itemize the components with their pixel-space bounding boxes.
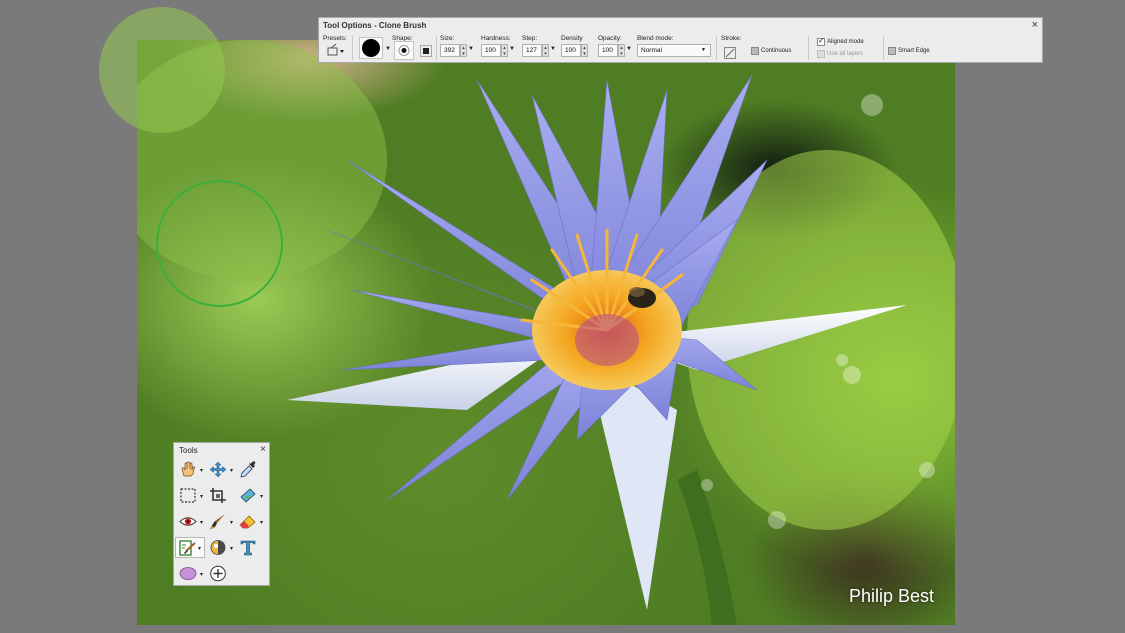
tool-flyout-arrow[interactable]: ▾ [200,467,203,474]
stroke-label: Stroke: [721,35,742,42]
tool-flyout-arrow[interactable]: ▾ [230,467,233,474]
red-eye-icon [179,517,197,526]
crop-tool-button[interactable] [206,485,230,506]
eraser-icon [239,515,256,529]
stroke-path-icon [724,47,736,59]
heal-tool-button[interactable] [206,563,230,584]
brush-tip-preview[interactable] [359,37,383,59]
aligned-mode-label: Aligned mode [827,39,864,45]
pan-tool-button[interactable] [176,459,200,480]
continuous-label: Continuous [761,48,792,54]
presets-dropdown[interactable] [327,43,345,58]
straighten-tool-button[interactable] [236,485,260,506]
round-shape-button[interactable] [394,41,414,60]
square-shape-button[interactable] [419,44,433,58]
brush-cursor [156,180,283,307]
opacity-spinner[interactable]: ▴ ▾ [618,44,625,57]
tool-options-close-button[interactable]: × [1032,19,1038,31]
text-icon [240,540,256,556]
tool-flyout-arrow[interactable]: ▾ [230,545,233,552]
tool-options-palette: Tool Options - Clone Brush × Presets: Sh… [318,17,1043,63]
step-label: Step: [522,35,538,42]
use-all-layers-label: Use all layers [827,51,864,57]
tool-flyout-arrow[interactable]: ▾ [260,493,263,500]
photo-watermark: Philip Best [849,586,935,606]
opacity-slider-arrow[interactable]: ▼ [626,46,632,52]
eraser-tool-button[interactable] [236,511,260,532]
round-brush-icon [362,39,380,57]
step-spinner[interactable]: ▴ ▾ [542,44,549,57]
continuous-checkbox[interactable] [751,47,759,55]
shape-tool-button[interactable] [176,563,200,584]
pan-hand-icon [181,461,195,477]
size-input[interactable]: 392 [440,44,460,57]
dodge-tool-button[interactable] [206,537,230,558]
blend-mode-value: Normal [641,47,662,54]
presets-label: Presets: [323,35,347,42]
tool-flyout-arrow[interactable]: ▾ [260,519,263,526]
step-input[interactable]: 127 [522,44,542,57]
brush-tip-dropdown-arrow[interactable]: ▼ [385,46,391,52]
move-icon [209,461,227,478]
stroke-button[interactable] [724,46,736,59]
opacity-input[interactable]: 100 [598,44,618,57]
smart-edge-checkbox[interactable] [888,47,896,55]
opacity-label: Opacity: [598,35,622,42]
hardness-label: Hardness: [481,35,511,42]
step-slider-arrow[interactable]: ▼ [550,46,556,52]
heal-icon [210,565,226,582]
tools-palette: Tools × ▾ ▾ ▾ ▾ ▾ ▾ ▾ ▾ ▾ ▾ [173,442,270,586]
separator [883,36,884,60]
clone-brush-icon [179,540,196,556]
size-spinner[interactable]: ▴ ▾ [460,44,467,57]
separator [716,36,717,60]
tool-flyout-arrow[interactable]: ▾ [198,545,201,552]
tool-flyout-arrow[interactable]: ▾ [200,519,203,526]
move-tool-button[interactable] [206,459,230,480]
tool-options-title: Tool Options - Clone Brush [323,21,427,30]
square-shape-icon [420,45,432,57]
density-label: Density [561,35,583,42]
paint-brush-tool-button[interactable] [206,511,230,532]
aligned-mode-checkbox[interactable] [817,36,825,46]
size-slider-arrow[interactable]: ▼ [468,46,474,52]
hardness-input[interactable]: 100 [481,44,501,57]
text-tool-button[interactable] [236,537,260,558]
selection-icon [180,488,196,503]
blend-mode-label: Blend mode: [637,35,674,42]
eyedropper-tool-button[interactable] [236,459,260,480]
size-label: Size: [440,35,455,42]
hardness-spinner[interactable]: ▴ ▾ [501,44,508,57]
selection-tool-button[interactable] [176,485,200,506]
brush-preset-icon [327,43,344,56]
red-eye-tool-button[interactable] [176,511,200,532]
straighten-icon [240,488,256,503]
paint-brush-icon [210,514,225,529]
tools-palette-close-button[interactable]: × [260,444,266,455]
smart-edge-label: Smart Edge [898,48,930,54]
eyedropper-icon [240,461,256,478]
separator [808,36,809,60]
separator [436,36,437,60]
chevron-down-icon: ▼ [701,47,706,53]
clone-source-indicator [99,7,225,133]
round-shape-icon [398,45,410,56]
ellipse-shape-icon [179,567,197,580]
tool-flyout-arrow[interactable]: ▾ [200,571,203,578]
hardness-slider-arrow[interactable]: ▼ [509,46,515,52]
density-spinner[interactable]: ▴ ▾ [581,44,588,57]
crop-icon [210,488,226,503]
use-all-layers-checkbox[interactable] [817,50,825,58]
tool-flyout-arrow[interactable]: ▾ [200,493,203,500]
density-input[interactable]: 100 [561,44,581,57]
clone-brush-tool-button[interactable]: ▾ [175,537,205,558]
tools-palette-title: Tools [179,446,198,455]
blend-mode-select[interactable]: Normal ▼ [637,44,711,57]
dodge-icon [210,540,226,555]
tool-flyout-arrow[interactable]: ▾ [230,519,233,526]
separator [352,36,353,60]
